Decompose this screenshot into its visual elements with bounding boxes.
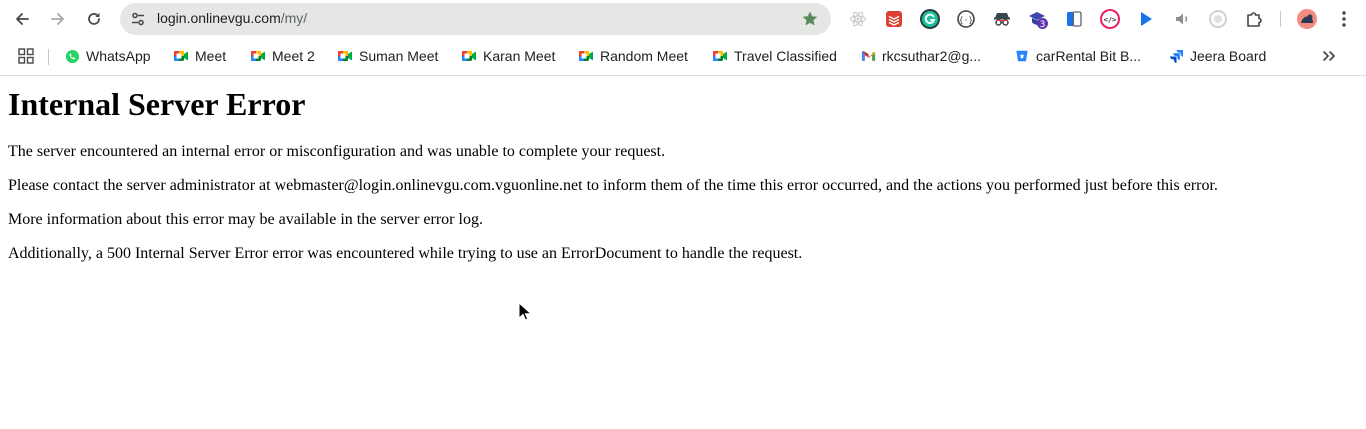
screen-recorder-button[interactable] <box>1207 8 1229 30</box>
puzzle-piece-icon <box>1247 12 1262 27</box>
error-log-message: More information about this error may be… <box>8 211 483 228</box>
toolbar-divider <box>1280 11 1281 27</box>
json-viewer-button[interactable]: {·} <box>955 8 977 30</box>
bookmark-label: Suman Meet <box>359 48 439 64</box>
bookmark-karan-meet[interactable]: Karan Meet <box>461 46 555 66</box>
arrow-left-icon <box>16 13 29 25</box>
extension-badge: 3 <box>1040 20 1046 30</box>
apps-button[interactable] <box>18 46 34 66</box>
bookmarks-bar: WhatsApp Meet Meet 2 Suman Meet Karan Me… <box>0 38 1366 76</box>
contact-admin-message: Please contact the server administrator … <box>8 177 1218 194</box>
error-document-message: Additionally, a 500 Internal Server Erro… <box>8 245 803 262</box>
bookmark-meet-2[interactable]: Meet 2 <box>250 46 315 66</box>
page-title: Internal Server Error <box>8 86 306 122</box>
chevron-double-right-icon <box>1323 51 1335 61</box>
google-meet-icon <box>578 48 594 64</box>
json-viewer-icon: {·} <box>957 10 975 28</box>
bookmark-label: Random Meet <box>600 48 688 64</box>
error-message: The server encountered an internal error… <box>8 143 666 160</box>
tune-settings-icon <box>132 12 144 26</box>
bookmark-travel-classified[interactable]: Travel Classified <box>712 46 837 66</box>
todoist-icon <box>886 11 902 27</box>
hat-extension-icon: 3 <box>1029 12 1048 30</box>
bookmark-label: Travel Classified <box>734 48 837 64</box>
extensions-menu-button[interactable] <box>1243 8 1265 30</box>
apps-grid-icon <box>18 48 34 64</box>
address-bar[interactable]: login.onlinevgu.com/my/ <box>120 3 831 35</box>
google-meet-icon <box>337 48 353 64</box>
bookmark-star-button[interactable] <box>801 10 819 28</box>
site-info-button[interactable] <box>128 9 148 29</box>
kebab-menu-icon <box>1342 11 1346 27</box>
bookmark-meet[interactable]: Meet <box>173 46 226 66</box>
whatsapp-icon <box>64 48 80 64</box>
bookmark-label: WhatsApp <box>86 48 151 64</box>
bookmark-label: Meet <box>195 48 227 64</box>
bookmark-label: carRental Bit B... <box>1036 48 1142 64</box>
profile-button[interactable] <box>1296 8 1318 30</box>
audio-extension-button[interactable] <box>1171 8 1193 30</box>
todoist-button[interactable] <box>883 8 905 30</box>
reload-button[interactable] <box>81 6 107 32</box>
bookmark-label: Karan Meet <box>483 48 556 64</box>
grammarly-button[interactable] <box>919 8 941 30</box>
bookmark-jeera-board[interactable]: Jeera Board <box>1168 46 1266 66</box>
phone-mirror-icon <box>1067 11 1082 27</box>
google-meet-icon <box>712 48 728 64</box>
back-button[interactable] <box>9 6 35 32</box>
svg-text:</>: </> <box>1104 16 1117 24</box>
bitbucket-icon <box>1014 48 1030 64</box>
url-path: /my/ <box>280 10 308 26</box>
react-devtools-button[interactable] <box>847 8 869 30</box>
svg-text:{·}: {·} <box>959 16 973 25</box>
url-text[interactable]: login.onlinevgu.com/my/ <box>157 10 307 26</box>
phone-mirror-button[interactable] <box>1063 8 1085 30</box>
mouse-cursor-icon <box>518 302 532 321</box>
code-tag-icon: </> <box>1100 9 1120 29</box>
google-meet-icon <box>461 48 477 64</box>
code-tag-button[interactable]: </> <box>1099 8 1121 30</box>
bookmark-gmail[interactable]: rkcsuthar2@g... <box>860 46 981 66</box>
browser-menu-button[interactable] <box>1333 8 1355 30</box>
reload-icon <box>88 13 100 25</box>
cursor-arrow-icon <box>1141 12 1152 26</box>
google-meet-icon <box>250 48 266 64</box>
jira-icon <box>1168 48 1184 64</box>
more-bookmarks-button[interactable] <box>1322 46 1336 66</box>
bookmark-label: Jeera Board <box>1190 48 1267 64</box>
record-icon <box>1209 10 1227 28</box>
bookmark-label: rkcsuthar2@g... <box>882 48 982 64</box>
bookmarks-divider <box>48 49 49 65</box>
incognito-spy-icon <box>994 13 1010 26</box>
google-meet-icon <box>173 48 189 64</box>
bookmark-suman-meet[interactable]: Suman Meet <box>337 46 438 66</box>
avatar-icon <box>1297 9 1317 29</box>
react-devtools-icon <box>850 11 866 27</box>
page-content: Internal Server Error The server encount… <box>8 86 1358 279</box>
bookmark-whatsapp[interactable]: WhatsApp <box>64 46 151 66</box>
arrow-right-icon <box>51 13 64 25</box>
grammarly-icon <box>920 9 940 29</box>
bookmark-bitbucket[interactable]: carRental Bit B... <box>1014 46 1141 66</box>
incognito-extension-button[interactable] <box>991 8 1013 30</box>
cursor-extension-button[interactable] <box>1135 8 1157 30</box>
star-icon <box>802 11 818 26</box>
hat-extension-button[interactable]: 3 <box>1027 8 1049 30</box>
bookmark-label: Meet 2 <box>272 48 315 64</box>
speaker-icon <box>1176 13 1188 25</box>
bookmark-random-meet[interactable]: Random Meet <box>578 46 688 66</box>
url-domain: login.onlinevgu.com <box>157 10 281 26</box>
browser-toolbar: login.onlinevgu.com/my/ {·} 3 </> <box>0 0 1366 38</box>
gmail-icon <box>860 48 876 64</box>
forward-button[interactable] <box>45 6 71 32</box>
